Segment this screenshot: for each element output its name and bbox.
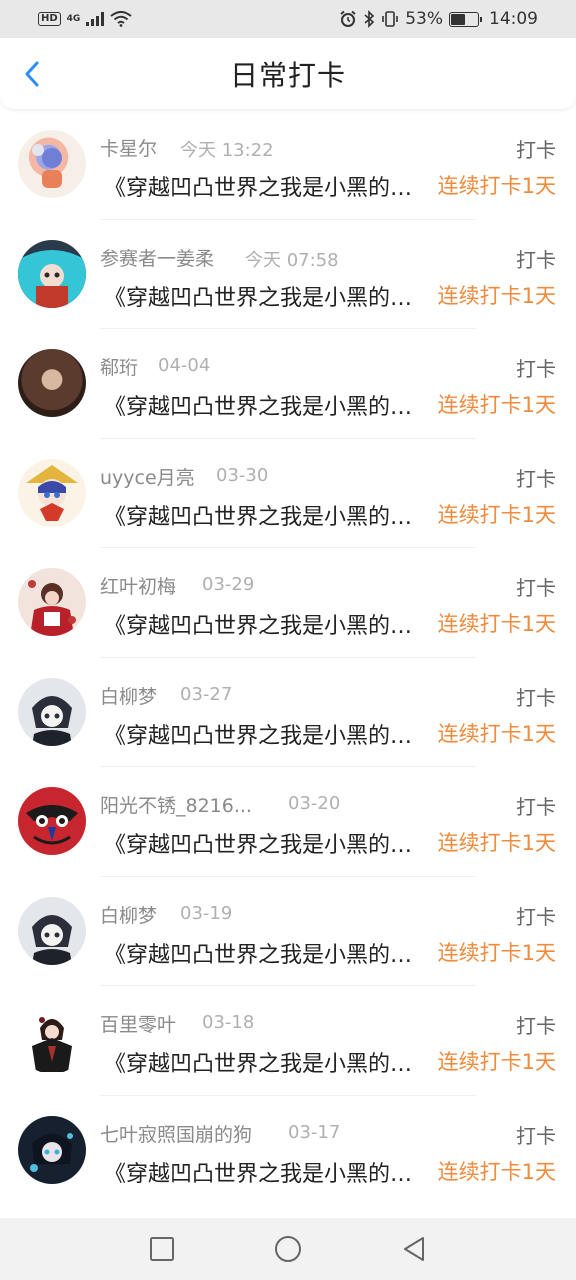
streak-label: 连续打卡1天 [437, 831, 556, 855]
book-title[interactable]: 《穿越凹凸世界之我是小黑的妹妹》 [104, 718, 424, 750]
streak-label: 连续打卡1天 [437, 283, 556, 308]
clock-time: 14:09 [489, 9, 538, 29]
back-button[interactable] [16, 58, 48, 90]
book-title[interactable]: 《穿越凹凸世界之我是小黑的妹妹》 [104, 608, 424, 640]
checkin-tag: 打卡 [516, 904, 556, 929]
streak-label: 连续打卡1天 [437, 612, 556, 636]
checkin-tag: 打卡 [516, 1123, 556, 1148]
list-item[interactable]: uyyce月亮 03-30 打卡 《穿越凹凸世界之我是小黑的妹妹》 连续打卡1天 [0, 439, 576, 548]
network-label: 4G [66, 14, 81, 24]
checkin-tag: 打卡 [516, 357, 556, 381]
book-title[interactable]: 《穿越凹凸世界之我是小黑的妹妹》 [104, 389, 424, 421]
battery-percent: 53% [405, 9, 443, 29]
checkin-time: 今天 13:22 [180, 140, 274, 161]
user-name[interactable]: 阳光不锈_8216... [100, 791, 252, 818]
checkin-time: 03-29 [202, 574, 255, 595]
book-title[interactable]: 《穿越凹凸世界之我是小黑的妹妹》 [104, 1156, 424, 1188]
avatar[interactable] [18, 896, 86, 965]
vibrate-icon [382, 11, 399, 27]
back-nav-button[interactable] [399, 1234, 429, 1264]
streak-label: 连续打卡1天 [437, 393, 556, 417]
streak-label: 连续打卡1天 [437, 940, 556, 965]
status-bar: HD 4G 53% 14:09 [0, 0, 576, 38]
avatar[interactable] [18, 458, 86, 527]
checkin-time: 03-30 [216, 464, 269, 486]
user-name[interactable]: 参赛者一姜柔 [100, 244, 214, 271]
status-left: HD 4G [38, 11, 132, 27]
book-title[interactable]: 《穿越凹凸世界之我是小黑的妹妹》 [104, 499, 424, 531]
streak-label: 连续打卡1天 [437, 1159, 556, 1184]
battery-icon [449, 11, 482, 27]
circle-home-icon [275, 1236, 301, 1262]
checkin-tag: 打卡 [516, 247, 556, 272]
book-title[interactable]: 《穿越凹凸世界之我是小黑的妹妹》 [104, 1046, 424, 1078]
book-title[interactable]: 《穿越凹凸世界之我是小黑的妹妹》 [104, 827, 424, 859]
list-item[interactable]: 百里零叶 03-18 打卡 《穿越凹凸世界之我是小黑的妹妹》 连续打卡1天 [0, 986, 576, 1096]
checkin-time: 04-04 [158, 355, 211, 376]
checkin-time: 03-20 [288, 793, 341, 814]
checkin-list: 卡星尔 今天 13:22 打卡 《穿越凹凸世界之我是小黑的妹妹》 连续打卡1天 … [0, 110, 576, 1205]
list-item[interactable]: 阳光不锈_8216... 03-20 打卡 《穿越凹凸世界之我是小黑的妹妹》 连… [0, 767, 576, 877]
avatar[interactable] [18, 787, 86, 855]
checkin-tag: 打卡 [516, 466, 556, 491]
book-title[interactable]: 《穿越凹凸世界之我是小黑的妹妹》 [104, 280, 424, 312]
streak-label: 连续打卡1天 [437, 721, 556, 746]
avatar[interactable] [18, 677, 86, 746]
wifi-icon [110, 11, 132, 27]
alarm-icon [340, 10, 356, 27]
checkin-tag: 打卡 [516, 138, 556, 162]
avatar[interactable] [18, 1115, 86, 1184]
user-name[interactable]: 郗珩 [100, 353, 138, 380]
list-item[interactable]: 红叶初梅 03-29 打卡 《穿越凹凸世界之我是小黑的妹妹》 连续打卡1天 [0, 548, 576, 658]
list-item[interactable]: 卡星尔 今天 13:22 打卡 《穿越凹凸世界之我是小黑的妹妹》 连续打卡1天 [0, 110, 576, 220]
user-name[interactable]: uyyce月亮 [100, 463, 195, 490]
avatar[interactable] [18, 130, 86, 198]
user-name[interactable]: 卡星尔 [100, 134, 157, 161]
bluetooth-icon [364, 10, 375, 28]
status-right: 53% 14:09 [339, 9, 538, 29]
hd-badge: HD [38, 12, 61, 26]
signal-icon [86, 12, 105, 26]
avatar[interactable] [18, 239, 86, 308]
user-name[interactable]: 七叶寂照国崩的狗 [100, 1120, 252, 1147]
home-button[interactable] [273, 1234, 303, 1264]
book-title[interactable]: 《穿越凹凸世界之我是小黑的妹妹》 [104, 170, 424, 202]
recents-button[interactable] [147, 1234, 177, 1264]
triangle-back-icon [404, 1237, 424, 1261]
checkin-time: 03-19 [180, 902, 233, 924]
user-name[interactable]: 红叶初梅 [100, 572, 176, 599]
checkin-tag: 打卡 [516, 795, 556, 819]
avatar[interactable] [18, 568, 86, 636]
avatar[interactable] [18, 1006, 86, 1074]
square-recents-icon [150, 1237, 174, 1261]
avatar[interactable] [18, 349, 86, 417]
list-item[interactable]: 参赛者一姜柔 今天 07:58 打卡 《穿越凹凸世界之我是小黑的妹妹》 连续打卡… [0, 220, 576, 329]
user-name[interactable]: 白柳梦 [100, 682, 157, 709]
streak-label: 连续打卡1天 [437, 1050, 556, 1074]
list-item[interactable]: 白柳梦 03-19 打卡 《穿越凹凸世界之我是小黑的妹妹》 连续打卡1天 [0, 877, 576, 986]
list-item[interactable]: 白柳梦 03-27 打卡 《穿越凹凸世界之我是小黑的妹妹》 连续打卡1天 [0, 658, 576, 767]
checkin-tag: 打卡 [516, 576, 556, 600]
list-item[interactable]: 七叶寂照国崩的狗 03-17 打卡 《穿越凹凸世界之我是小黑的妹妹》 连续打卡1… [0, 1096, 576, 1206]
checkin-time: 03-27 [180, 683, 233, 705]
book-title[interactable]: 《穿越凹凸世界之我是小黑的妹妹》 [104, 937, 424, 969]
streak-label: 连续打卡1天 [437, 174, 556, 198]
checkin-tag: 打卡 [516, 685, 556, 710]
header-bar: 日常打卡 [0, 38, 576, 110]
checkin-time: 03-18 [202, 1012, 255, 1033]
chevron-left-icon [25, 61, 39, 87]
list-item[interactable]: 郗珩 04-04 打卡 《穿越凹凸世界之我是小黑的妹妹》 连续打卡1天 [0, 329, 576, 439]
checkin-time: 03-17 [288, 1121, 341, 1143]
page-title: 日常打卡 [229, 58, 346, 92]
streak-label: 连续打卡1天 [437, 502, 556, 527]
user-name[interactable]: 百里零叶 [100, 1010, 176, 1037]
checkin-time: 今天 07:58 [245, 249, 339, 271]
user-name[interactable]: 白柳梦 [100, 901, 157, 928]
system-nav-bar [0, 1218, 576, 1280]
checkin-tag: 打卡 [516, 1014, 556, 1038]
